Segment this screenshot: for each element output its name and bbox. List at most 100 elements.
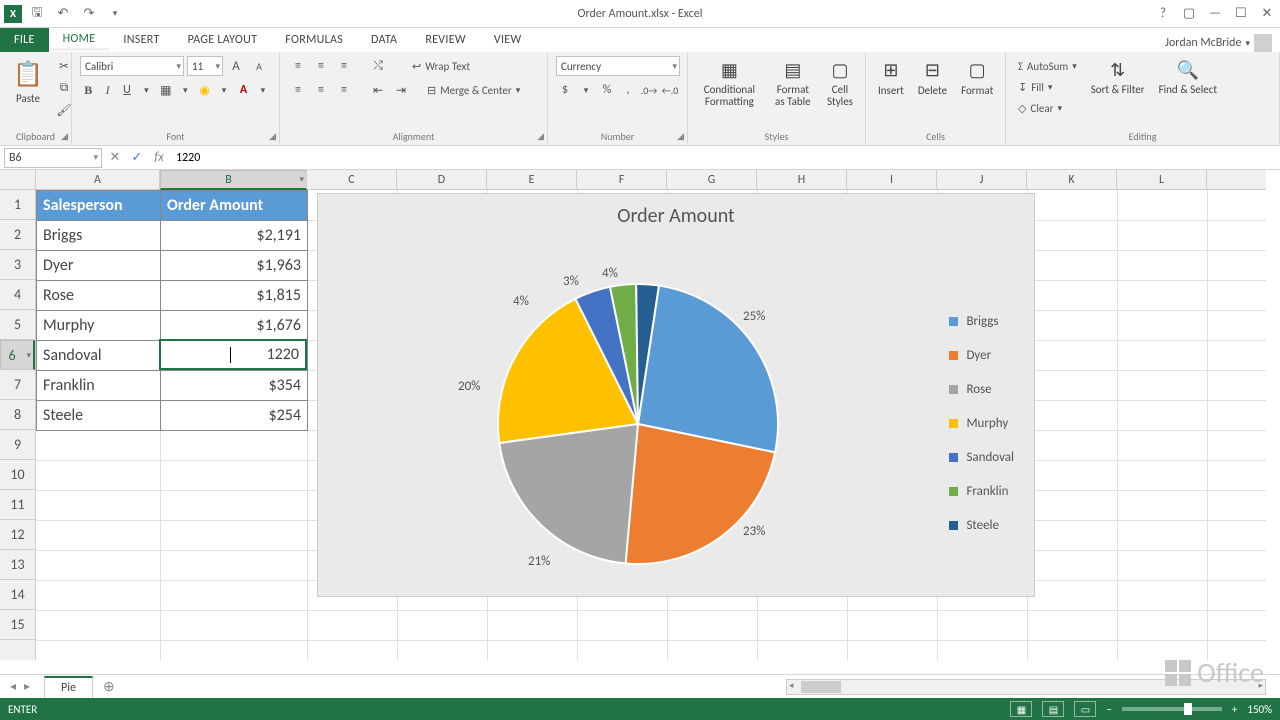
autosum-button[interactable]: ΣAutoSum▾ <box>1014 56 1081 76</box>
minimize-icon[interactable]: — <box>1206 6 1224 21</box>
dialog-launcher-icon[interactable]: ◢ <box>269 131 276 142</box>
align-bottom-icon[interactable]: ≡ <box>334 56 354 76</box>
page-layout-view-icon[interactable]: ▤ <box>1042 701 1064 717</box>
worksheet-grid[interactable]: ABCDEFGHIJKL 123456789101112131415 Sales… <box>0 170 1280 674</box>
decrease-indent-icon[interactable]: ⇤ <box>368 80 388 100</box>
redo-icon[interactable]: ↷ <box>78 3 100 25</box>
cell-styles-button[interactable]: ▢Cell Styles <box>823 56 857 110</box>
fill-menu-icon[interactable]: ▾ <box>216 80 232 100</box>
tab-formulas[interactable]: FORMULAS <box>271 28 357 52</box>
tab-home[interactable]: HOME <box>49 28 110 52</box>
tab-page-layout[interactable]: PAGE LAYOUT <box>174 28 272 52</box>
horizontal-scrollbar[interactable]: ◂ ▸ <box>786 679 1266 695</box>
legend-item[interactable]: Briggs <box>949 304 1014 338</box>
save-icon[interactable]: 🖫 <box>26 3 48 25</box>
sheet-tab[interactable]: Pie <box>44 676 93 698</box>
dialog-launcher-icon[interactable]: ◢ <box>61 131 68 142</box>
cell[interactable]: Rose <box>37 281 161 311</box>
cancel-icon[interactable]: ✕ <box>104 150 126 165</box>
col-header-C[interactable]: C <box>307 170 397 189</box>
col-header-G[interactable]: G <box>667 170 757 189</box>
legend-item[interactable]: Rose <box>949 372 1014 406</box>
fx-icon[interactable]: fx <box>148 150 170 165</box>
tab-insert[interactable]: INSERT <box>109 28 173 52</box>
cells-area[interactable]: SalespersonOrder AmountBriggs$2,191Dyer$… <box>36 190 1266 660</box>
row-header-15[interactable]: 15 <box>0 610 35 640</box>
row-header-14[interactable]: 14 <box>0 580 35 610</box>
copy-icon[interactable]: ⧉ <box>54 78 74 98</box>
name-box[interactable]: B6 <box>4 148 102 168</box>
tab-view[interactable]: VIEW <box>480 28 536 52</box>
decrease-font-icon[interactable]: A <box>249 56 269 76</box>
row-header-6[interactable]: 6 <box>0 340 35 370</box>
cell[interactable]: $254 <box>161 401 308 431</box>
row-header-12[interactable]: 12 <box>0 520 35 550</box>
col-header-E[interactable]: E <box>487 170 577 189</box>
undo-icon[interactable]: ↶ <box>52 3 74 25</box>
align-right-icon[interactable]: ≡ <box>334 80 354 100</box>
dialog-launcher-icon[interactable]: ◢ <box>677 131 684 142</box>
align-middle-icon[interactable]: ≡ <box>311 56 331 76</box>
cell[interactable]: $2,191 <box>161 221 308 251</box>
help-icon[interactable]: ? <box>1154 6 1172 21</box>
zoom-level[interactable]: 150% <box>1247 703 1272 716</box>
legend-item[interactable]: Sandoval <box>949 440 1014 474</box>
qat-customize-icon[interactable]: ▾ <box>104 3 126 25</box>
pie-chart[interactable]: Order Amount25%23%21%20%4%3%4%BriggsDyer… <box>317 193 1035 597</box>
normal-view-icon[interactable]: ▦ <box>1010 701 1032 717</box>
paste-button[interactable]: 📋 Paste <box>8 56 48 107</box>
ribbon-display-icon[interactable]: ▢ <box>1180 6 1198 21</box>
col-header-H[interactable]: H <box>757 170 847 189</box>
account-menu[interactable]: Jordan McBride ▾ <box>1165 34 1280 52</box>
legend-item[interactable]: Dyer <box>949 338 1014 372</box>
cut-icon[interactable]: ✂ <box>54 56 74 76</box>
tab-data[interactable]: DATA <box>357 28 411 52</box>
cell[interactable]: $1,815 <box>161 281 308 311</box>
col-header-A[interactable]: A <box>36 170 160 189</box>
col-header-D[interactable]: D <box>397 170 487 189</box>
border-menu-icon[interactable]: ▾ <box>177 80 193 100</box>
orientation-icon[interactable]: ⤭ <box>368 56 388 76</box>
increase-font-icon[interactable]: A <box>226 56 246 76</box>
row-header-9[interactable]: 9 <box>0 430 35 460</box>
accounting-menu-icon[interactable]: ▾ <box>577 80 595 100</box>
merge-center-button[interactable]: ⊟Merge & Center▾ <box>423 80 524 100</box>
cell[interactable]: $354 <box>161 371 308 401</box>
underline-menu-icon[interactable]: ▾ <box>138 80 154 100</box>
cell[interactable]: $1,963 <box>161 251 308 281</box>
file-tab[interactable]: FILE <box>0 28 49 52</box>
underline-button[interactable]: U <box>119 80 135 100</box>
cell[interactable]: $1,676 <box>161 311 308 341</box>
row-header-7[interactable]: 7 <box>0 370 35 400</box>
formula-input[interactable] <box>170 148 1280 168</box>
col-header-L[interactable]: L <box>1117 170 1207 189</box>
row-header-2[interactable]: 2 <box>0 220 35 250</box>
border-icon[interactable]: ▦ <box>158 80 174 100</box>
font-color-menu-icon[interactable]: ▾ <box>255 80 271 100</box>
row-header-4[interactable]: 4 <box>0 280 35 310</box>
italic-button[interactable]: I <box>99 80 115 100</box>
scrollbar-thumb[interactable] <box>801 681 841 693</box>
cell[interactable]: Dyer <box>37 251 161 281</box>
number-format-select[interactable]: Currency <box>556 56 680 76</box>
cell[interactable]: Steele <box>37 401 161 431</box>
col-header-J[interactable]: J <box>937 170 1027 189</box>
legend-item[interactable]: Franklin <box>949 474 1014 508</box>
wrap-text-button[interactable]: ↩Wrap Text <box>408 56 474 76</box>
row-headers[interactable]: 123456789101112131415 <box>0 190 36 660</box>
bold-button[interactable]: B <box>80 80 96 100</box>
cell[interactable]: 1220 <box>161 341 308 371</box>
decrease-decimal-icon[interactable]: ←.0 <box>661 80 679 100</box>
find-select-button[interactable]: 🔍Find & Select <box>1155 56 1221 98</box>
format-as-table-button[interactable]: ▤Format as Table <box>769 56 817 110</box>
font-size-select[interactable]: 11 <box>187 56 223 76</box>
col-header-I[interactable]: I <box>847 170 937 189</box>
chart-legend[interactable]: BriggsDyerRoseMurphySandovalFranklinStee… <box>949 304 1014 542</box>
table-header[interactable]: Salesperson <box>37 191 161 221</box>
sort-filter-button[interactable]: ⇅Sort & Filter <box>1087 56 1149 98</box>
row-header-3[interactable]: 3 <box>0 250 35 280</box>
pie-slice[interactable] <box>499 424 638 563</box>
format-painter-icon[interactable]: 🖌 <box>54 100 74 120</box>
cell[interactable]: Sandoval <box>37 341 161 371</box>
maximize-icon[interactable]: ☐ <box>1232 6 1250 21</box>
